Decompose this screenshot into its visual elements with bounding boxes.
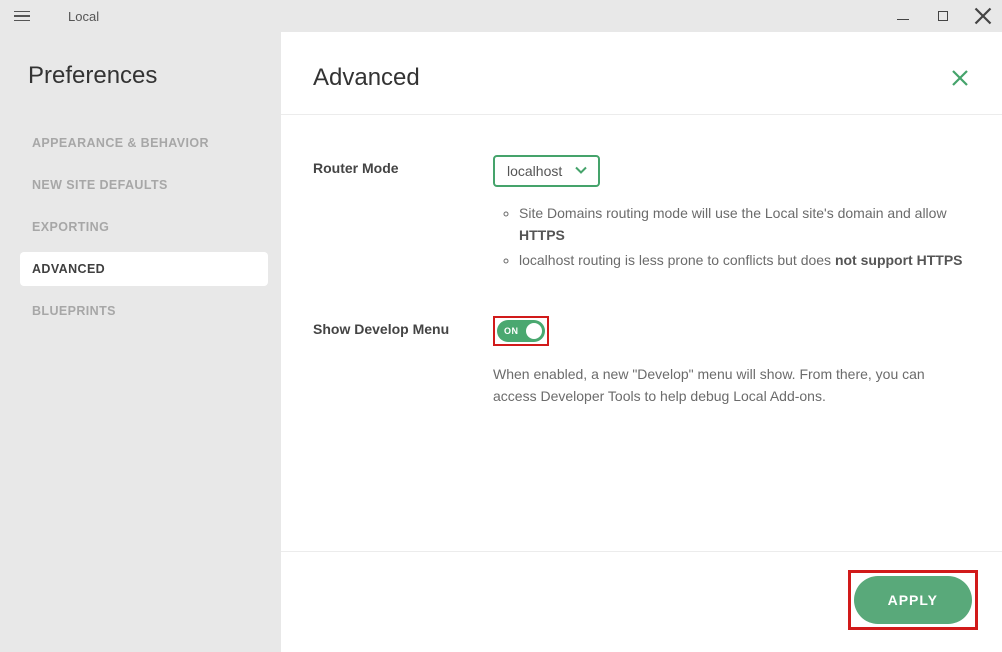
preferences-sidebar: Preferences APPEARANCE & BEHAVIOR NEW SI… bbox=[0, 32, 281, 652]
develop-menu-label: Show Develop Menu bbox=[313, 316, 493, 407]
develop-menu-row: Show Develop Menu ON When enabled, a new… bbox=[313, 316, 970, 407]
router-mode-select[interactable]: localhost bbox=[493, 155, 600, 187]
router-mode-label: Router Mode bbox=[313, 155, 493, 276]
page-title: Advanced bbox=[313, 64, 420, 92]
main-panel: Advanced Router Mode localhost bbox=[281, 32, 1002, 652]
develop-menu-toggle-highlight: ON bbox=[493, 316, 549, 346]
sidebar-item-new-site-defaults[interactable]: NEW SITE DEFAULTS bbox=[20, 168, 268, 202]
maximize-button[interactable] bbox=[934, 7, 952, 25]
develop-menu-description: When enabled, a new "Develop" menu will … bbox=[493, 364, 970, 407]
router-mode-row: Router Mode localhost Site Domains routi… bbox=[313, 155, 970, 276]
minimize-button[interactable] bbox=[894, 7, 912, 25]
content-area: Router Mode localhost Site Domains routi… bbox=[281, 115, 1002, 551]
sidebar-heading: Preferences bbox=[28, 62, 269, 90]
footer: APPLY bbox=[281, 551, 1002, 652]
main-header: Advanced bbox=[281, 32, 1002, 115]
hamburger-menu-icon[interactable] bbox=[14, 8, 30, 24]
hint-site-domains: Site Domains routing mode will use the L… bbox=[519, 203, 970, 246]
hint-localhost: localhost routing is less prone to confl… bbox=[519, 250, 970, 272]
sidebar-item-blueprints[interactable]: BLUEPRINTS bbox=[20, 294, 268, 328]
router-mode-hints: Site Domains routing mode will use the L… bbox=[493, 203, 970, 272]
window-controls bbox=[894, 0, 992, 32]
title-bar: Local bbox=[0, 0, 1002, 32]
sidebar-item-exporting[interactable]: EXPORTING bbox=[20, 210, 268, 244]
apply-button-highlight: APPLY bbox=[848, 570, 978, 630]
router-mode-value: localhost bbox=[507, 163, 562, 179]
sidebar-item-advanced[interactable]: ADVANCED bbox=[20, 252, 268, 286]
toggle-knob bbox=[526, 323, 542, 339]
chevron-down-icon bbox=[574, 163, 588, 180]
close-window-button[interactable] bbox=[974, 7, 992, 25]
apply-button[interactable]: APPLY bbox=[854, 576, 972, 624]
sidebar-item-appearance-behavior[interactable]: APPEARANCE & BEHAVIOR bbox=[20, 126, 268, 160]
close-panel-button[interactable] bbox=[950, 68, 970, 88]
window-title: Local bbox=[68, 9, 99, 24]
toggle-state-label: ON bbox=[504, 326, 519, 336]
develop-menu-toggle[interactable]: ON bbox=[497, 320, 545, 342]
